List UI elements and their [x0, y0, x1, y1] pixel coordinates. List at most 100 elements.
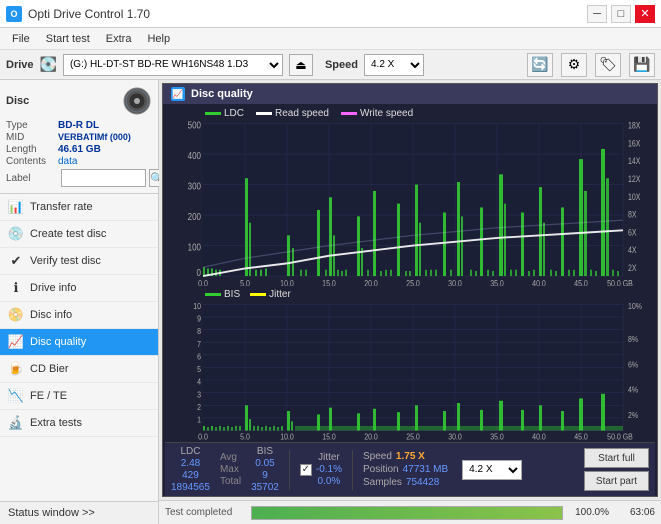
disc-label-input[interactable] — [61, 169, 146, 187]
bis-total: 35702 — [251, 482, 279, 493]
status-window-label: Status window >> — [8, 507, 95, 519]
speed-current: 1.75 X — [396, 451, 425, 462]
disc-section-label: Disc — [6, 95, 29, 107]
stats-labels: LDC 2.48 429 1894565 — [171, 446, 210, 493]
eject-button[interactable]: ⏏ — [289, 54, 313, 76]
svg-text:40.0: 40.0 — [532, 433, 546, 440]
app-icon: O — [6, 6, 22, 22]
save-button[interactable]: 💾 — [629, 53, 655, 77]
menu-file[interactable]: File — [4, 31, 38, 47]
create-test-disc-icon: 💿 — [8, 226, 24, 242]
svg-text:2%: 2% — [628, 411, 638, 421]
svg-text:400: 400 — [188, 150, 201, 161]
svg-text:35.0: 35.0 — [490, 433, 504, 440]
sidebar-item-create-test-disc[interactable]: 💿 Create test disc — [0, 221, 158, 248]
progress-bar-fill — [252, 507, 562, 519]
disc-quality-icon: 📈 — [8, 334, 24, 350]
read-color — [256, 112, 272, 115]
svg-text:4%: 4% — [628, 385, 638, 395]
disc-label-key: Label — [6, 173, 58, 184]
close-button[interactable]: ✕ — [635, 5, 655, 23]
ldc-max: 429 — [171, 470, 210, 481]
verify-test-disc-label: Verify test disc — [30, 255, 101, 267]
drive-info-label: Drive info — [30, 282, 76, 294]
sidebar: Disc Type BD-R DL MID VERBA — [0, 80, 159, 524]
disc-length-key: Length — [6, 144, 58, 155]
drive-info-icon: ℹ — [8, 280, 24, 296]
svg-text:14X: 14X — [628, 156, 641, 166]
svg-text:4: 4 — [197, 377, 201, 387]
bis-column-header: BIS — [251, 446, 279, 457]
samples-val: 754428 — [406, 477, 439, 488]
start-full-button[interactable]: Start full — [584, 448, 649, 468]
stats-row-labels: Avg Max Total — [220, 452, 241, 487]
sidebar-item-disc-info[interactable]: 📀 Disc info — [0, 302, 158, 329]
extra-tests-label: Extra tests — [30, 417, 82, 429]
legend-ldc: LDC — [205, 108, 244, 119]
action-buttons: Start full Start part — [584, 448, 649, 491]
menu-help[interactable]: Help — [139, 31, 178, 47]
sidebar-item-extra-tests[interactable]: 🔬 Extra tests — [0, 410, 158, 437]
jitter-column-header: Jitter — [316, 452, 342, 463]
disc-info-table: Type BD-R DL MID VERBATIMf (000) Length … — [6, 120, 152, 187]
svg-text:12X: 12X — [628, 174, 641, 184]
svg-text:7: 7 — [197, 340, 201, 350]
maximize-button[interactable]: □ — [611, 5, 631, 23]
svg-text:8X: 8X — [628, 210, 637, 220]
bis-color — [205, 293, 221, 296]
svg-text:0.0: 0.0 — [198, 433, 208, 440]
svg-text:2X: 2X — [628, 263, 637, 273]
menu-extra[interactable]: Extra — [98, 31, 140, 47]
progress-bar-container — [251, 506, 563, 520]
bis-label: BIS — [224, 289, 240, 300]
sidebar-item-disc-quality[interactable]: 📈 Disc quality — [0, 329, 158, 356]
svg-text:30.0: 30.0 — [448, 278, 462, 286]
settings-button[interactable]: ⚙ — [561, 53, 587, 77]
legend-read: Read speed — [256, 108, 329, 119]
svg-text:15.0: 15.0 — [322, 433, 336, 440]
ldc-color — [205, 112, 221, 115]
jitter-label: Jitter — [269, 289, 291, 300]
legend-read-label: Read speed — [275, 108, 329, 119]
disc-length-val: 46.61 GB — [58, 144, 101, 155]
svg-text:25.0: 25.0 — [406, 278, 420, 286]
label-button[interactable]: 🏷 — [595, 53, 621, 77]
svg-text:300: 300 — [188, 181, 201, 192]
disc-quality-header-icon: 📈 — [171, 87, 185, 101]
bis-stats: BIS 0.05 9 35702 — [251, 446, 279, 493]
drive-select[interactable]: (G:) HL-DT-ST BD-RE WH16NS48 1.D3 — [63, 54, 283, 76]
jitter-avg: -0.1% — [316, 464, 342, 475]
speed-select[interactable]: 4.2 X — [364, 54, 424, 76]
status-window-button[interactable]: Status window >> — [0, 501, 158, 524]
svg-text:40.0: 40.0 — [532, 278, 546, 286]
sidebar-item-verify-test-disc[interactable]: ✔ Verify test disc — [0, 248, 158, 275]
svg-text:35.0: 35.0 — [490, 278, 504, 286]
titlebar-left: O Opti Drive Control 1.70 — [6, 6, 150, 22]
speed-info-label: Speed — [363, 451, 392, 462]
ldc-chart: 500 400 300 200 100 0 18X 16X 14X 12X 10… — [165, 121, 655, 286]
jitter-checkbox[interactable]: ✓ — [300, 464, 312, 476]
sidebar-item-transfer-rate[interactable]: 📊 Transfer rate — [0, 194, 158, 221]
minimize-button[interactable]: ─ — [587, 5, 607, 23]
speed-select-stats[interactable]: 4.2 X — [462, 460, 522, 480]
disc-mid-val: VERBATIMf (000) — [58, 132, 131, 142]
transfer-rate-label: Transfer rate — [30, 201, 93, 213]
create-test-disc-label: Create test disc — [30, 228, 106, 240]
svg-text:10%: 10% — [628, 302, 642, 311]
disc-contents-key: Contents — [6, 156, 58, 167]
disc-panel: Disc Type BD-R DL MID VERBA — [0, 80, 158, 194]
legend-write: Write speed — [341, 108, 413, 119]
drive-label: Drive — [6, 59, 34, 71]
refresh-button[interactable]: 🔄 — [527, 53, 553, 77]
menu-start-test[interactable]: Start test — [38, 31, 98, 47]
svg-text:20.0: 20.0 — [364, 278, 378, 286]
start-part-button[interactable]: Start part — [584, 471, 649, 491]
avg-label: Avg — [220, 452, 241, 463]
disc-contents-val[interactable]: data — [58, 156, 77, 167]
disc-type-key: Type — [6, 120, 58, 131]
sidebar-item-drive-info[interactable]: ℹ Drive info — [0, 275, 158, 302]
jitter-max: 0.0% — [316, 476, 342, 487]
svg-text:6X: 6X — [628, 228, 637, 238]
sidebar-item-fe-te[interactable]: 📉 FE / TE — [0, 383, 158, 410]
sidebar-item-cd-bier[interactable]: 🍺 CD Bier — [0, 356, 158, 383]
